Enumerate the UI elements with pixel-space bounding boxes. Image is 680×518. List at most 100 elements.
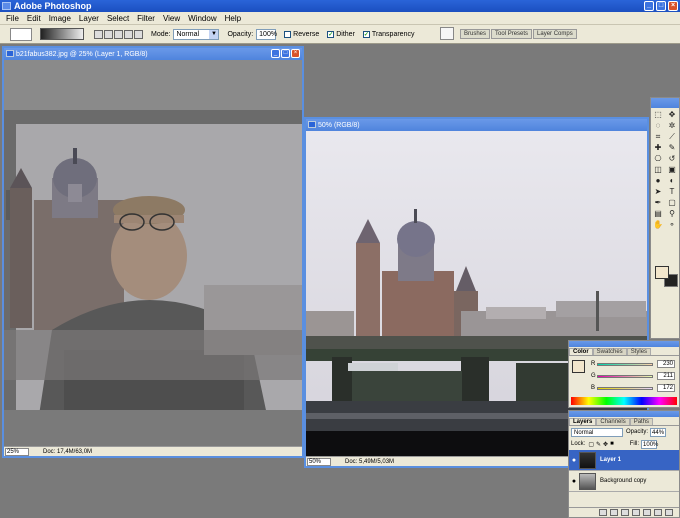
opacity-input[interactable]: 100% (256, 28, 277, 40)
tab-tool-presets[interactable]: Tool Presets (491, 28, 533, 39)
blue-channel-input[interactable]: 172 (657, 384, 675, 392)
doc2-title-bar[interactable]: 50% (RGB/8) (306, 119, 647, 131)
reflected-gradient-icon[interactable] (124, 29, 133, 39)
layer-mask-icon[interactable] (621, 509, 629, 516)
minimize-icon[interactable]: _ (271, 49, 280, 58)
eye-icon[interactable]: ● (569, 478, 579, 485)
maximize-icon[interactable]: □ (281, 49, 290, 58)
menu-view[interactable]: View (159, 14, 184, 23)
close-icon[interactable]: × (291, 49, 300, 58)
lock-transparent-icon[interactable]: ▢ (588, 441, 594, 448)
shape-tool-icon[interactable]: ▢ (666, 198, 678, 208)
close-icon[interactable]: × (668, 1, 678, 11)
menu-edit[interactable]: Edit (23, 14, 45, 23)
trash-icon[interactable] (665, 509, 673, 516)
menu-layer[interactable]: Layer (75, 14, 103, 23)
magic-wand-tool-icon[interactable]: ✲ (666, 121, 678, 131)
red-channel-input[interactable]: 230 (657, 360, 675, 368)
marquee-tool-icon[interactable]: ⬚ (652, 110, 664, 120)
notes-tool-icon[interactable]: ▤ (652, 209, 664, 219)
new-set-icon[interactable] (632, 509, 640, 516)
tab-color[interactable]: Color (569, 348, 593, 355)
menu-window[interactable]: Window (184, 14, 220, 23)
lock-all-icon[interactable]: ■ (610, 441, 614, 447)
layer-style-icon[interactable] (610, 509, 618, 516)
lock-brush-icon[interactable]: ✎ (596, 441, 601, 448)
green-channel-slider[interactable] (597, 374, 653, 378)
green-channel-input[interactable]: 211 (657, 372, 675, 380)
mode-select[interactable]: Normal ▼ (173, 28, 220, 40)
crop-tool-icon[interactable]: ⌗ (652, 132, 664, 142)
menu-file[interactable]: File (2, 14, 23, 23)
new-layer-icon[interactable] (654, 509, 662, 516)
blend-mode-select[interactable]: Normal (571, 427, 623, 437)
fill-input[interactable]: 100% (641, 439, 658, 449)
eye-icon[interactable]: ● (569, 457, 579, 464)
tab-brushes[interactable]: Brushes (460, 28, 491, 39)
menu-image[interactable]: Image (45, 14, 75, 23)
linear-gradient-icon[interactable] (94, 29, 103, 39)
pen-tool-icon[interactable]: ✒ (652, 198, 664, 208)
brush-tool-icon[interactable]: ✎ (666, 143, 678, 153)
history-brush-tool-icon[interactable]: ↺ (666, 154, 678, 164)
move-tool-icon[interactable]: ✥ (666, 110, 678, 120)
doc2-zoom-input[interactable]: 50% (307, 457, 331, 466)
palette-well-icon[interactable] (440, 27, 454, 40)
minimize-icon[interactable]: _ (644, 1, 654, 11)
lock-position-icon[interactable]: ✥ (603, 441, 608, 448)
menu-select[interactable]: Select (103, 14, 133, 23)
hand-tool-icon[interactable]: ✋ (652, 220, 664, 230)
composite-image (4, 60, 302, 448)
tab-channels[interactable]: Channels (596, 418, 630, 425)
menu-filter[interactable]: Filter (133, 14, 159, 23)
blur-tool-icon[interactable]: ● (652, 176, 664, 186)
foreground-color-swatch[interactable] (655, 266, 669, 279)
doc1-doc-info[interactable]: Doc: 17,4M/63,0M (43, 449, 92, 455)
radial-gradient-icon[interactable] (104, 29, 113, 39)
tab-layer-comps[interactable]: Layer Comps (533, 28, 577, 39)
diamond-gradient-icon[interactable] (134, 29, 143, 39)
eyedropper-tool-icon[interactable]: ⚲ (666, 209, 678, 219)
tab-swatches[interactable]: Swatches (592, 348, 627, 355)
blue-channel-slider[interactable] (597, 386, 653, 390)
adjustment-layer-icon[interactable] (643, 509, 651, 516)
doc2-canvas[interactable] (306, 131, 647, 458)
gradient-picker[interactable] (40, 28, 84, 40)
document-window-composite[interactable]: b21fabus382.jpg @ 25% (Layer 1, RGB/8) _… (2, 46, 304, 458)
clone-stamp-tool-icon[interactable]: ⎔ (652, 154, 664, 164)
layer-row-layer-1[interactable]: ● Layer 1 (569, 450, 679, 471)
link-layers-icon[interactable] (599, 509, 607, 516)
layer-row-background-copy[interactable]: ● Background copy (569, 471, 679, 492)
document-icon (6, 50, 14, 57)
red-channel-slider[interactable] (597, 362, 653, 366)
tab-paths[interactable]: Paths (629, 418, 654, 425)
foreground-color-swatch[interactable] (572, 360, 585, 373)
transparency-checkbox[interactable]: ✓ Transparency (362, 30, 414, 38)
type-tool-icon[interactable]: T (666, 187, 678, 197)
toolbox-header[interactable] (651, 98, 679, 108)
tab-layers[interactable]: Layers (569, 418, 597, 425)
path-select-tool-icon[interactable]: ➤ (652, 187, 664, 197)
tool-preset-picker[interactable] (10, 27, 32, 41)
lasso-tool-icon[interactable]: ◌ (652, 121, 664, 131)
slice-tool-icon[interactable]: ⟋ (666, 132, 678, 142)
healing-brush-tool-icon[interactable]: ✚ (652, 143, 664, 153)
reverse-checkbox[interactable]: Reverse (284, 30, 319, 38)
tab-styles[interactable]: Styles (626, 348, 652, 355)
layer-opacity-input[interactable]: 44% (650, 427, 667, 437)
doc2-doc-info[interactable]: Doc: 5,49M/5,03M (345, 459, 394, 465)
doc1-canvas[interactable] (4, 60, 302, 448)
layers-palette: Layers Channels Paths Normal Opacity: 44… (568, 410, 680, 518)
angle-gradient-icon[interactable] (114, 29, 123, 39)
color-spectrum-bar[interactable] (571, 397, 677, 405)
eraser-tool-icon[interactable]: ◫ (652, 165, 664, 175)
doc1-zoom-input[interactable]: 25% (5, 447, 29, 456)
doc1-title-bar[interactable]: b21fabus382.jpg @ 25% (Layer 1, RGB/8) _… (4, 48, 302, 60)
maximize-icon[interactable]: □ (656, 1, 666, 11)
zoom-tool-icon[interactable]: ⚬ (666, 220, 678, 230)
dodge-tool-icon[interactable]: ◐ (666, 176, 678, 186)
gradient-tool-icon[interactable]: ▣ (666, 165, 678, 175)
dither-checkbox[interactable]: ✓ Dither (327, 30, 355, 38)
menu-help[interactable]: Help (221, 14, 245, 23)
foreground-background-colors[interactable] (655, 266, 679, 288)
